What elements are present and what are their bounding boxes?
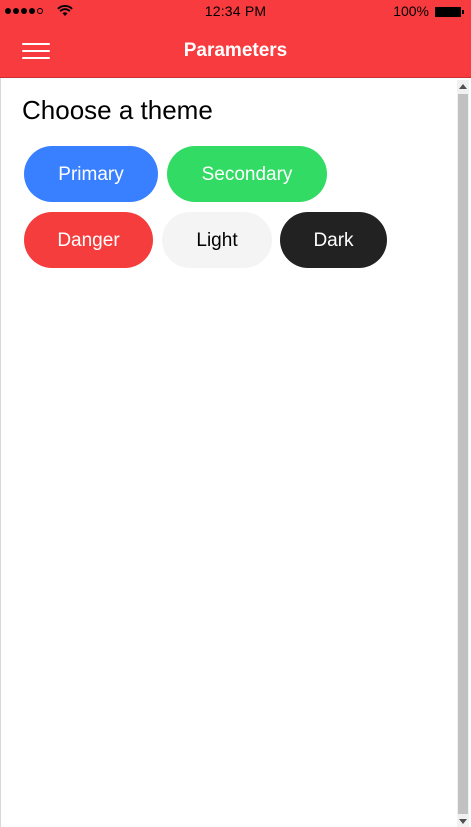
battery-percent: 100% xyxy=(393,3,429,19)
vertical-scrollbar[interactable] xyxy=(457,80,469,827)
battery-icon xyxy=(435,7,464,17)
status-bar: 12:34 PM 100% xyxy=(0,0,471,24)
section-title: Choose a theme xyxy=(22,95,213,125)
scrollbar-thumb[interactable] xyxy=(458,94,468,814)
primary-theme-button[interactable]: Primary xyxy=(24,146,158,202)
secondary-theme-button[interactable]: Secondary xyxy=(167,146,327,202)
app-header: 12:34 PM 100% Parameters xyxy=(0,0,471,78)
light-theme-button[interactable]: Light xyxy=(162,212,272,268)
scroll-up-arrow-icon[interactable] xyxy=(459,84,467,89)
main-content: Choose a theme Primary Secondary Danger … xyxy=(0,78,471,827)
page-title: Parameters xyxy=(183,40,288,61)
navbar: Parameters xyxy=(0,24,471,78)
scroll-down-arrow-icon[interactable] xyxy=(459,819,467,824)
dark-theme-button[interactable]: Dark xyxy=(280,212,387,268)
danger-theme-button[interactable]: Danger xyxy=(24,212,153,268)
